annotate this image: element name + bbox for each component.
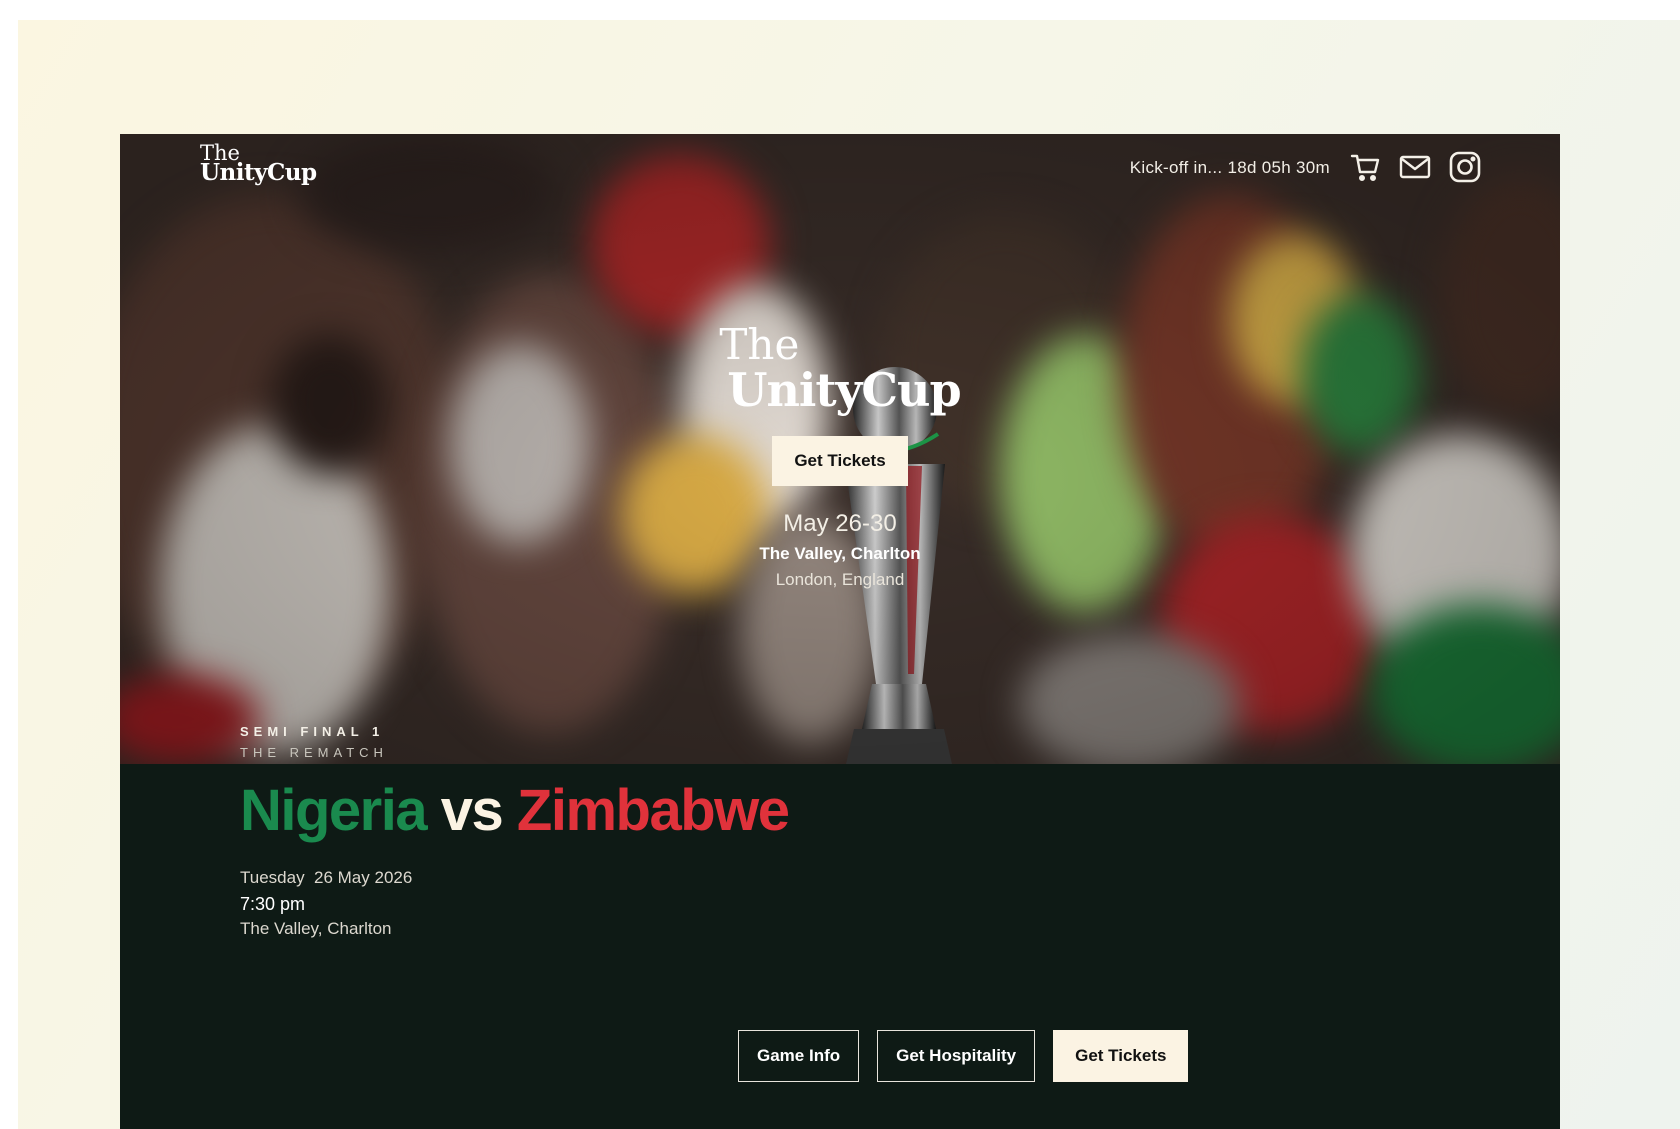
event-city: London, England: [775, 570, 905, 590]
instagram-icon[interactable]: [1448, 150, 1482, 184]
mail-icon[interactable]: [1398, 150, 1432, 184]
kickoff-countdown: Kick-off in... 18d 05h 30m: [1129, 158, 1330, 177]
match-time: 7:30 pm: [240, 893, 306, 914]
event-venue: The Valley, Charlton: [759, 544, 921, 564]
header-logo[interactable]: The UnityCup: [200, 143, 317, 186]
hero-logo-the: The: [719, 320, 800, 369]
match-tagline: THE REMATCH: [240, 745, 388, 760]
matchup-title: Nigeria vs Zimbabwe: [240, 782, 1240, 840]
away-team: Zimbabwe: [516, 778, 790, 843]
get-hospitality-button[interactable]: Get Hospitality: [877, 1030, 1036, 1082]
hero-logo-name: UnityCup: [727, 363, 961, 417]
hero-logo: The UnityCup: [719, 320, 961, 417]
versus-text: vs: [440, 778, 504, 843]
hero-banner: The UnityCup Kick-off in... 18d 05h 30m: [120, 134, 1560, 764]
match-details: Tuesday 26 May 2026 7:30 pm The Valley, …: [240, 866, 1240, 941]
hero-content: The UnityCup Get Tickets May 26-30 The V…: [120, 324, 1560, 590]
event-dates: May 26-30: [783, 510, 897, 538]
site-frame: The UnityCup Kick-off in... 18d 05h 30m: [120, 134, 1560, 1129]
hero-get-tickets-button[interactable]: Get Tickets: [772, 436, 908, 487]
get-tickets-button[interactable]: Get Tickets: [1053, 1030, 1189, 1082]
match-venue: The Valley, Charlton: [240, 918, 392, 938]
site-header: The UnityCup Kick-off in... 18d 05h 30m: [120, 134, 1560, 214]
game-info-button[interactable]: Game Info: [738, 1030, 860, 1082]
match-date: Tuesday 26 May 2026: [240, 868, 413, 887]
home-team: Nigeria: [240, 778, 428, 843]
match-card: SEMI FINAL 1 THE REMATCH Nigeria vs Zimb…: [240, 724, 1240, 941]
logo-name-text: UnityCup: [200, 159, 317, 186]
match-stage: SEMI FINAL 1: [240, 724, 385, 739]
cart-icon[interactable]: [1349, 150, 1383, 184]
match-actions: Game Info Get Hospitality Get Tickets: [738, 1030, 1189, 1082]
